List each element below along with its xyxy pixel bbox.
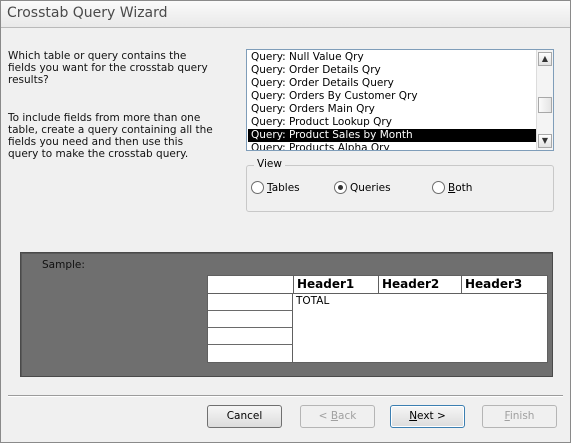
radio-both-label: oth [455, 182, 473, 194]
scroll-thumb[interactable] [538, 97, 552, 113]
back-button-accesskey: B [330, 410, 339, 422]
grid-row-header [208, 345, 293, 362]
radio-queries[interactable]: Queries [334, 181, 391, 195]
back-button[interactable]: < Back [300, 405, 375, 428]
list-item[interactable]: Query: Products Alpha Qry [248, 142, 538, 150]
grid-row-header [208, 311, 293, 328]
scroll-down-icon[interactable]: ▼ [538, 134, 552, 148]
question-line: results? [8, 74, 49, 86]
back-button-label: ack [338, 410, 357, 422]
radio-tables-circle[interactable] [251, 181, 264, 194]
hint-text: To include fields from more than one tab… [8, 112, 228, 160]
next-button[interactable]: Next > [390, 405, 465, 428]
next-button-accesskey: N [409, 410, 418, 422]
question-line: fields you want for the crosstab query [8, 62, 208, 74]
grid-header-3: Header3 [462, 276, 547, 294]
hint-line: To include fields from more than one [8, 112, 201, 124]
grid-row-header [208, 294, 293, 311]
question-line: Which table or query contains the [8, 50, 187, 62]
window-title: Crosstab Query Wizard [7, 5, 168, 21]
grid-total-label: TOTAL [296, 295, 330, 307]
hint-line: query to make the crosstab query. [8, 148, 189, 160]
cancel-button[interactable]: Cancel [207, 405, 282, 428]
query-listbox[interactable]: Query: Null Value Qry Query: Order Detai… [246, 49, 554, 151]
radio-both-circle[interactable] [432, 181, 445, 194]
hint-line: fields you need and then use this [8, 136, 184, 148]
radio-queries-circle[interactable] [334, 181, 347, 194]
hint-line: table, create a query containing all the [8, 124, 213, 136]
list-item-selected[interactable]: Query: Product Sales by Month [248, 129, 538, 142]
sample-label: Sample: [42, 259, 85, 271]
list-scrollbar[interactable]: ▲ ▼ [536, 50, 553, 150]
radio-tables-label: ables [271, 182, 300, 194]
finish-button[interactable]: Finish [482, 405, 557, 428]
view-label: View [254, 158, 285, 170]
radio-both[interactable]: Both [432, 181, 472, 195]
list-item[interactable]: Query: Orders By Customer Qry [248, 90, 538, 103]
grid-header-2: Header2 [379, 276, 462, 294]
finish-button-label: inish [509, 410, 535, 422]
question-text: Which table or query contains the fields… [8, 50, 228, 86]
list-item[interactable]: Query: Orders Main Qry [248, 103, 538, 116]
back-button-prefix: < [318, 410, 331, 422]
sample-grid: Header1 Header2 Header3 TOTAL [207, 275, 548, 363]
list-item[interactable]: Query: Order Details Qry [248, 64, 538, 77]
list-item[interactable]: Query: Null Value Qry [248, 51, 538, 64]
title-bar: Crosstab Query Wizard [1, 1, 570, 28]
grid-header-1: Header1 [293, 276, 379, 294]
grid-row-header [208, 328, 293, 345]
list-item[interactable]: Query: Product Lookup Qry [248, 116, 538, 129]
button-separator [8, 395, 563, 397]
radio-tables[interactable]: Tables [251, 181, 300, 195]
radio-queries-label: Queries [350, 182, 391, 194]
grid-corner [208, 276, 293, 294]
scroll-up-icon[interactable]: ▲ [538, 52, 552, 66]
next-button-label: ext > [417, 410, 446, 422]
list-item[interactable]: Query: Order Details Query [248, 77, 538, 90]
